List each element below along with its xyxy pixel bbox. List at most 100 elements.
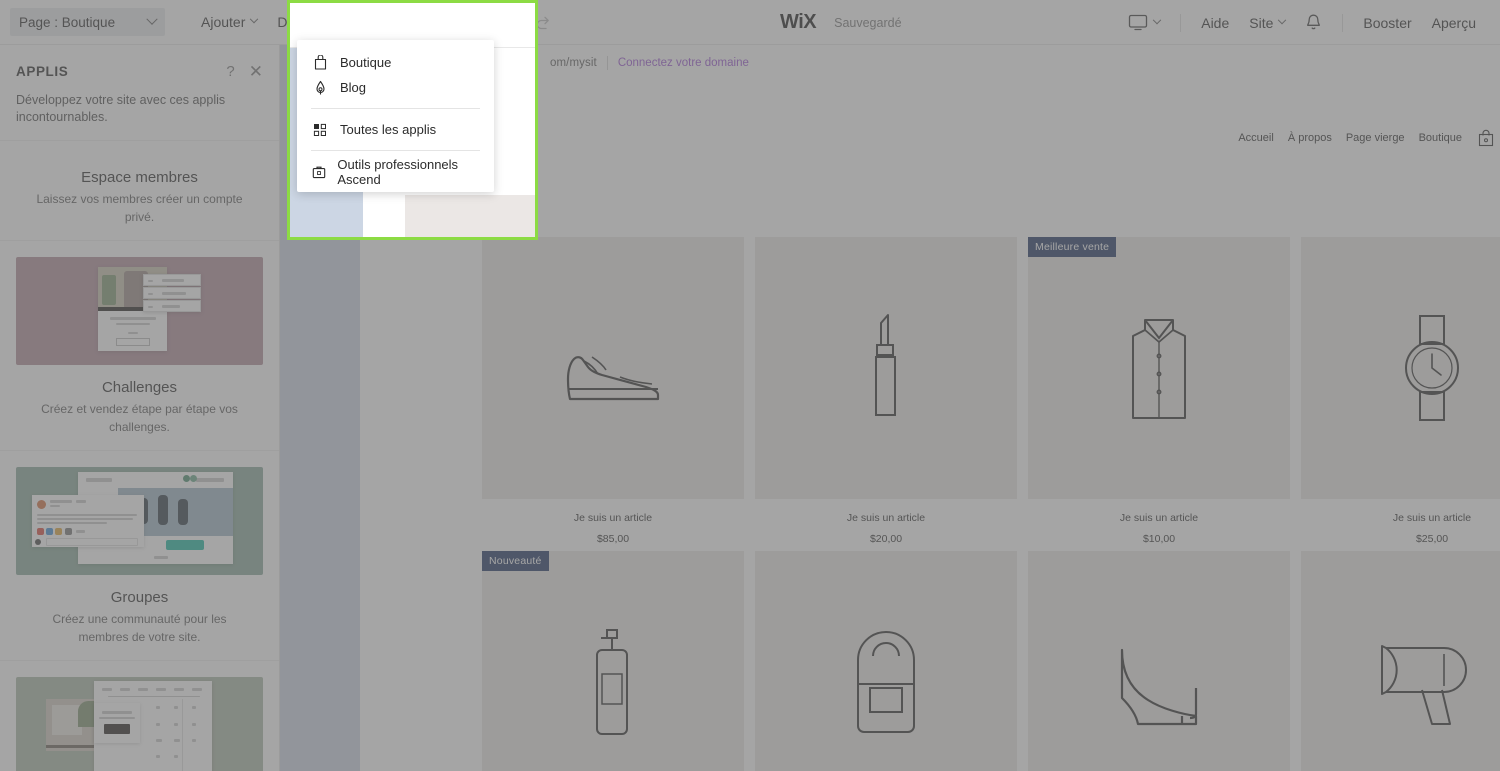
- product-image: Nouveauté: [482, 551, 744, 771]
- app-card-groupes[interactable]: Groupes Créez une communauté pour les me…: [0, 449, 279, 660]
- wix-logo: WiX: [780, 11, 817, 33]
- product-name: Je suis un article: [573, 512, 653, 524]
- product-cell[interactable]: Je suis un article $25,00: [1301, 237, 1500, 545]
- site-nav-item-boutique[interactable]: Boutique: [1419, 132, 1462, 144]
- connect-domain-link[interactable]: Connectez votre domaine: [618, 57, 749, 69]
- gerer-les-applis-dropdown: Boutique Blog Toutes les applis Outils p…: [297, 40, 494, 192]
- close-icon[interactable]: ✕: [249, 63, 263, 80]
- product-image: [1028, 551, 1290, 771]
- editor-top-bar: Page : Boutique Ajouter Design Gérer les…: [0, 0, 1500, 45]
- apps-side-panel: APPLIS ? ✕ Développez votre site avec ce…: [0, 45, 280, 771]
- shopping-bag-icon[interactable]: [1478, 129, 1494, 147]
- lipstick-icon: [875, 314, 896, 416]
- booster-button[interactable]: Booster: [1353, 0, 1421, 45]
- shirt-icon: [1132, 319, 1186, 419]
- apps-panel-subtitle: Développez votre site avec ces applis in…: [16, 93, 226, 124]
- app-card-thumbnail: [16, 676, 263, 771]
- spotlight-product-bg: [405, 195, 535, 237]
- site-nav-item-page-vierge[interactable]: Page vierge: [1346, 132, 1405, 144]
- question-mark-icon[interactable]: ?: [226, 63, 234, 80]
- grid-apps-icon: [311, 123, 329, 137]
- product-price: $10,00: [1142, 533, 1176, 545]
- wix-editor-window: Page : Boutique Ajouter Design Gérer les…: [0, 0, 1500, 771]
- product-cell[interactable]: [1028, 551, 1290, 771]
- app-card-espace-membres[interactable]: Espace membres Laissez vos membres créer…: [0, 139, 279, 240]
- dropdown-item-label: Toutes les applis: [340, 122, 437, 137]
- menu-site-label: Site: [1249, 14, 1274, 31]
- product-grid: Je suis un article $85,00 Je suis un art…: [482, 237, 1500, 771]
- dropdown-item-blog[interactable]: Blog: [297, 75, 494, 100]
- product-image: [1301, 237, 1500, 499]
- site-nav-item-accueil[interactable]: Accueil: [1238, 132, 1273, 144]
- topbar-center: WiX Sauvegardé: [780, 0, 902, 45]
- app-card-challenges[interactable]: Challenges Créez et vendez étape par éta…: [0, 239, 279, 450]
- product-name: Je suis un article: [1119, 512, 1199, 524]
- preview-button[interactable]: Aperçu: [1422, 0, 1486, 45]
- chevron-down-icon: [146, 13, 158, 25]
- apps-panel-header: APPLIS ? ✕: [0, 45, 279, 80]
- product-image: [755, 237, 1017, 499]
- save-status: Sauvegardé: [834, 15, 902, 30]
- product-badge: Meilleure vente: [1028, 237, 1117, 257]
- preview-label: Aperçu: [1431, 14, 1476, 31]
- dropdown-item-label: Outils professionnels Ascend: [337, 156, 459, 187]
- dropdown-item-label: Boutique: [340, 55, 392, 70]
- product-badge: Nouveauté: [482, 551, 549, 571]
- desktop-monitor-icon: [1128, 14, 1148, 31]
- dropdown-divider: [311, 150, 480, 151]
- product-image: [1301, 551, 1500, 771]
- menu-ajouter[interactable]: Ajouter: [191, 0, 267, 45]
- product-cell[interactable]: Je suis un article $85,00: [482, 237, 744, 545]
- menu-aide[interactable]: Aide: [1191, 0, 1239, 45]
- chevron-down-icon: [1278, 15, 1287, 24]
- chevron-down-icon: [1152, 15, 1162, 24]
- product-price: $85,00: [596, 533, 630, 545]
- watch-icon: [1405, 315, 1459, 421]
- product-cell[interactable]: Nouveauté: [482, 551, 744, 771]
- app-card-description: Laissez vos membres créer un compte priv…: [36, 191, 243, 224]
- backpack-icon: [857, 631, 915, 733]
- shop-bag-icon: [311, 55, 329, 70]
- product-cell[interactable]: Je suis un article $20,00: [755, 237, 1017, 545]
- device-switcher[interactable]: [1118, 0, 1170, 45]
- menu-site[interactable]: Site: [1239, 0, 1295, 45]
- app-card-thumbnail: [16, 256, 263, 365]
- app-card-description: Créez une communauté pour les membres de…: [52, 611, 227, 644]
- menu-ajouter-label: Ajouter: [201, 14, 246, 30]
- site-navigation: Accueil À propos Page vierge Boutique: [1238, 129, 1494, 147]
- product-cell[interactable]: Meilleure vente Je suis un article $10,0…: [1028, 237, 1290, 545]
- app-card-description: Créez et vendez étape par étape vos chal…: [41, 401, 238, 434]
- app-card-thumbnail: [16, 466, 263, 575]
- chevron-down-icon: [250, 14, 259, 24]
- page-selector-label: Page : Boutique: [19, 14, 116, 30]
- hair-dryer-icon: [1381, 645, 1467, 725]
- product-name: Je suis un article: [1392, 512, 1472, 524]
- toolbar-divider: [1342, 13, 1344, 32]
- product-cell[interactable]: [755, 551, 1017, 771]
- menu-aide-label: Aide: [1201, 14, 1230, 31]
- product-cell[interactable]: [1301, 551, 1500, 771]
- dress-shoe-icon: [566, 356, 660, 401]
- card-spacer: [0, 141, 279, 155]
- app-card-reservations[interactable]: Réservations Proposez des séances collec…: [0, 659, 279, 771]
- high-heel-icon: [1120, 648, 1198, 726]
- product-price: $25,00: [1415, 533, 1449, 545]
- dropdown-item-boutique[interactable]: Boutique: [297, 50, 494, 75]
- pen-nib-icon: [311, 80, 329, 96]
- product-name: Je suis un article: [846, 512, 926, 524]
- dropdown-item-label: Blog: [340, 80, 367, 95]
- page-selector[interactable]: Page : Boutique: [10, 8, 165, 36]
- app-card-name: Espace membres: [81, 168, 198, 186]
- notifications-button[interactable]: [1295, 0, 1332, 45]
- apps-panel-title: APPLIS: [16, 64, 69, 79]
- toolbar-divider: [1180, 13, 1182, 32]
- dropdown-item-toutes-les-applis[interactable]: Toutes les applis: [297, 117, 494, 142]
- briefcase-icon: [311, 165, 326, 179]
- dropdown-item-outils-ascend[interactable]: Outils professionnels Ascend: [297, 156, 494, 187]
- topbar-right: Aide Site Booster Aperçu: [1118, 0, 1486, 45]
- soap-dispenser-icon: [596, 629, 628, 735]
- app-card-name: Challenges: [101, 378, 178, 396]
- app-card-name: Groupes: [110, 588, 169, 606]
- product-image: [755, 551, 1017, 771]
- site-nav-item-a-propos[interactable]: À propos: [1288, 132, 1332, 144]
